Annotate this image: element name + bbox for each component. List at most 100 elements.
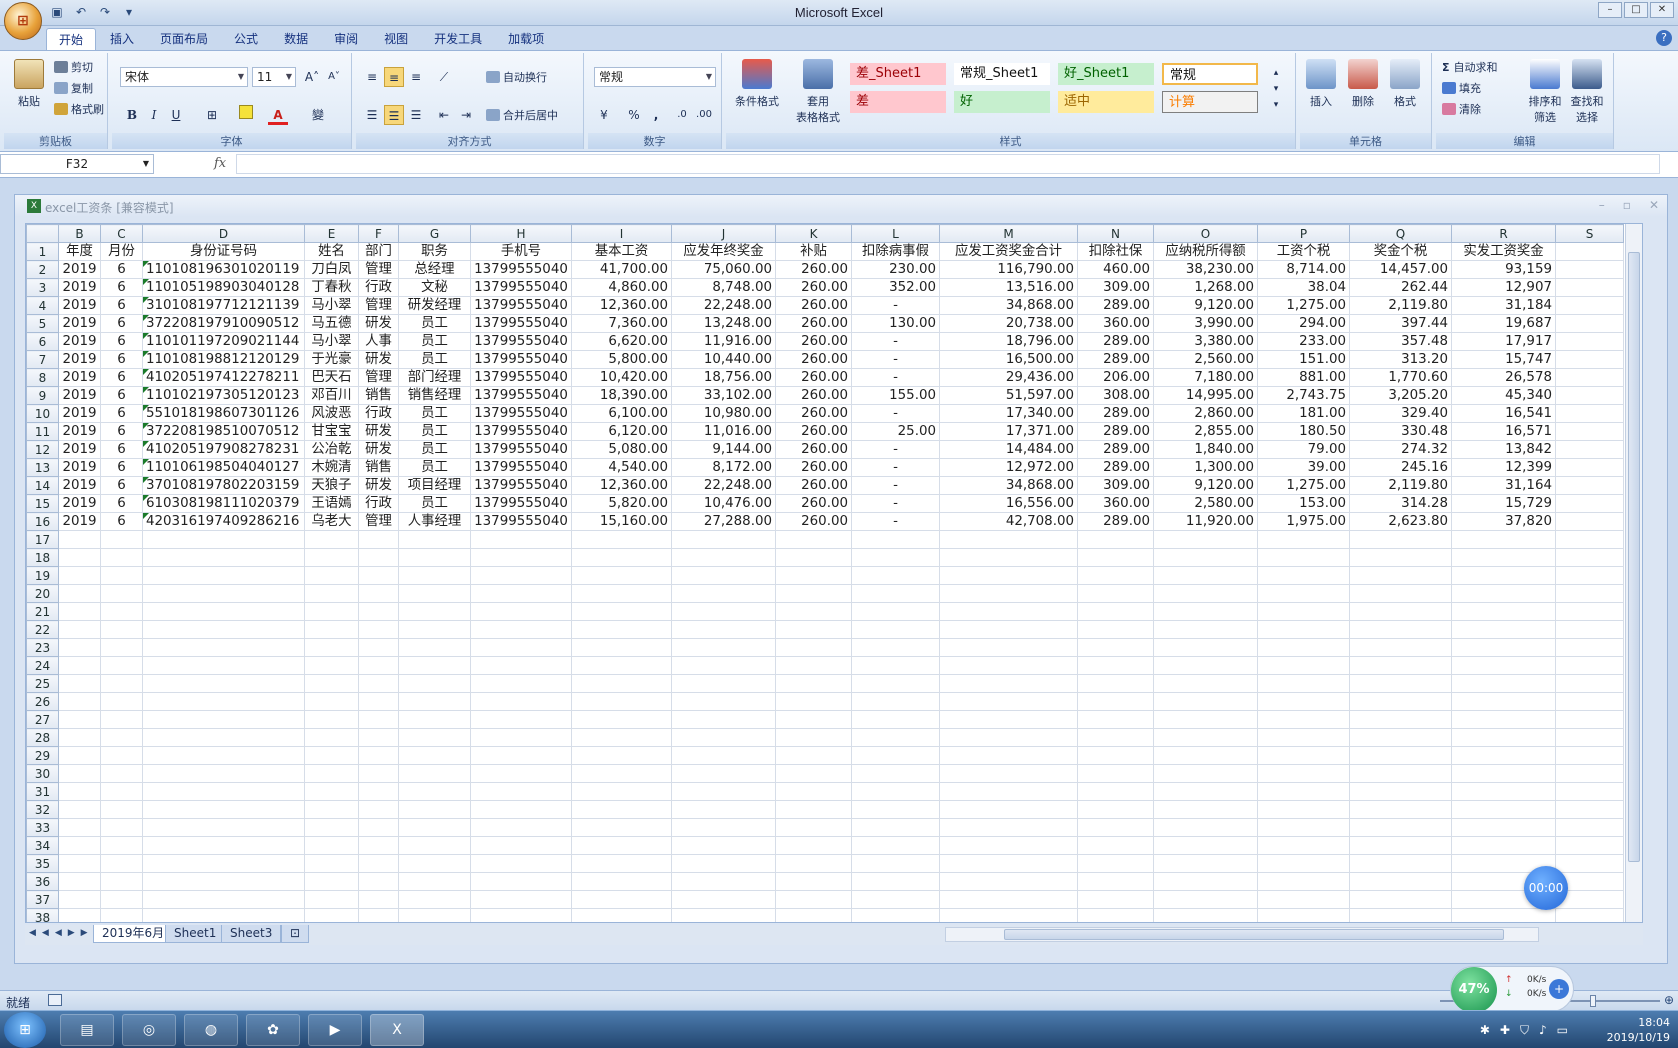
cell[interactable]: 研发 xyxy=(358,314,399,333)
cell[interactable] xyxy=(1153,800,1258,819)
cell[interactable]: 289.00 xyxy=(1077,332,1154,351)
cell[interactable]: 551018198607301126 xyxy=(142,404,305,423)
cell[interactable] xyxy=(470,890,572,909)
cell[interactable]: 员工 xyxy=(398,332,471,351)
cell[interactable] xyxy=(58,746,101,765)
cell[interactable] xyxy=(1555,368,1624,387)
cell[interactable]: 13799555040 xyxy=(470,260,572,279)
cell[interactable] xyxy=(470,710,572,729)
cell[interactable] xyxy=(304,566,359,585)
cell[interactable] xyxy=(775,548,852,567)
row-header[interactable]: 31 xyxy=(26,782,59,801)
cell[interactable] xyxy=(851,854,940,873)
cell[interactable]: - xyxy=(851,332,940,351)
cell[interactable] xyxy=(775,638,852,657)
cell[interactable]: 13799555040 xyxy=(470,368,572,387)
cell[interactable]: 6 xyxy=(100,404,143,423)
cell[interactable] xyxy=(1555,710,1624,729)
cell[interactable] xyxy=(939,656,1078,675)
cell[interactable] xyxy=(1257,692,1350,711)
cell[interactable]: 6 xyxy=(100,278,143,297)
cell[interactable] xyxy=(775,836,852,855)
header-cell[interactable]: 工资个税 xyxy=(1257,242,1350,261)
cell[interactable] xyxy=(1555,530,1624,549)
cell[interactable]: - xyxy=(851,476,940,495)
cell[interactable] xyxy=(939,872,1078,891)
autosum-button[interactable]: Σ 自动求和 xyxy=(1442,59,1498,75)
cell[interactable] xyxy=(358,710,399,729)
cell[interactable] xyxy=(470,584,572,603)
cell[interactable]: 16,556.00 xyxy=(939,494,1078,513)
cell[interactable] xyxy=(1349,656,1452,675)
cell[interactable]: 9,120.00 xyxy=(1153,296,1258,315)
cell[interactable]: 2019 xyxy=(58,296,101,315)
cell[interactable] xyxy=(58,692,101,711)
cell[interactable] xyxy=(851,890,940,909)
ribbon-tab[interactable]: 开发工具 xyxy=(422,28,494,50)
cell[interactable] xyxy=(58,908,101,922)
cell[interactable]: 管理 xyxy=(358,296,399,315)
cell[interactable]: 881.00 xyxy=(1257,368,1350,387)
cell[interactable] xyxy=(398,800,471,819)
cell[interactable]: 10,980.00 xyxy=(671,404,776,423)
cell[interactable] xyxy=(1257,674,1350,693)
cell[interactable]: 262.44 xyxy=(1349,278,1452,297)
cell[interactable]: 风波恶 xyxy=(304,404,359,423)
cell[interactable] xyxy=(358,692,399,711)
cell[interactable]: 41,700.00 xyxy=(571,260,672,279)
cell[interactable]: 2019 xyxy=(58,350,101,369)
cell[interactable] xyxy=(775,656,852,675)
cell[interactable]: 2,743.75 xyxy=(1257,386,1350,405)
cell[interactable] xyxy=(1077,890,1154,909)
cell[interactable] xyxy=(1555,656,1624,675)
cell[interactable] xyxy=(851,692,940,711)
conditional-format-button[interactable]: 条件格式 xyxy=(728,59,786,109)
cell[interactable] xyxy=(671,566,776,585)
cell[interactable]: 289.00 xyxy=(1077,440,1154,459)
cell[interactable]: 2,119.80 xyxy=(1349,296,1452,315)
cell[interactable] xyxy=(851,620,940,639)
align-top-button[interactable]: ≡ xyxy=(362,67,382,87)
cell[interactable] xyxy=(142,530,305,549)
cell[interactable] xyxy=(358,890,399,909)
cell[interactable]: 刀白凤 xyxy=(304,260,359,279)
row-header[interactable]: 1 xyxy=(26,242,59,261)
cell[interactable] xyxy=(142,674,305,693)
cell[interactable] xyxy=(100,674,143,693)
header-cell[interactable]: 应发工资奖金合计 xyxy=(939,242,1078,261)
cell[interactable] xyxy=(100,746,143,765)
cell[interactable]: 9,120.00 xyxy=(1153,476,1258,495)
cell[interactable] xyxy=(58,566,101,585)
cell[interactable] xyxy=(1153,854,1258,873)
insert-cells-button[interactable]: 插入 xyxy=(1300,59,1342,109)
paste-button[interactable]: 粘贴 xyxy=(8,59,50,109)
cell[interactable] xyxy=(851,656,940,675)
cell[interactable] xyxy=(851,782,940,801)
vertical-scroll-thumb[interactable] xyxy=(1628,252,1640,862)
cell[interactable] xyxy=(851,728,940,747)
row-header[interactable]: 7 xyxy=(26,350,59,369)
cell[interactable] xyxy=(58,890,101,909)
cell[interactable] xyxy=(851,764,940,783)
row-header[interactable]: 11 xyxy=(26,422,59,441)
cell[interactable] xyxy=(1077,584,1154,603)
format-as-table-button[interactable]: 套用 表格格式 xyxy=(786,59,850,125)
cell[interactable] xyxy=(142,818,305,837)
cell[interactable]: 6 xyxy=(100,440,143,459)
cell[interactable] xyxy=(671,674,776,693)
cell[interactable] xyxy=(58,818,101,837)
cell[interactable] xyxy=(1077,710,1154,729)
row-header[interactable]: 20 xyxy=(26,584,59,603)
cell[interactable] xyxy=(358,764,399,783)
cell[interactable] xyxy=(358,782,399,801)
cell[interactable]: 管理 xyxy=(358,368,399,387)
cell[interactable] xyxy=(398,728,471,747)
cell[interactable] xyxy=(571,710,672,729)
cell[interactable] xyxy=(398,836,471,855)
cell[interactable] xyxy=(939,836,1078,855)
row-header[interactable]: 17 xyxy=(26,530,59,549)
cell[interactable]: 13799555040 xyxy=(470,386,572,405)
cell[interactable]: 313.20 xyxy=(1349,350,1452,369)
header-cell[interactable]: 年度 xyxy=(58,242,101,261)
cell[interactable] xyxy=(304,548,359,567)
